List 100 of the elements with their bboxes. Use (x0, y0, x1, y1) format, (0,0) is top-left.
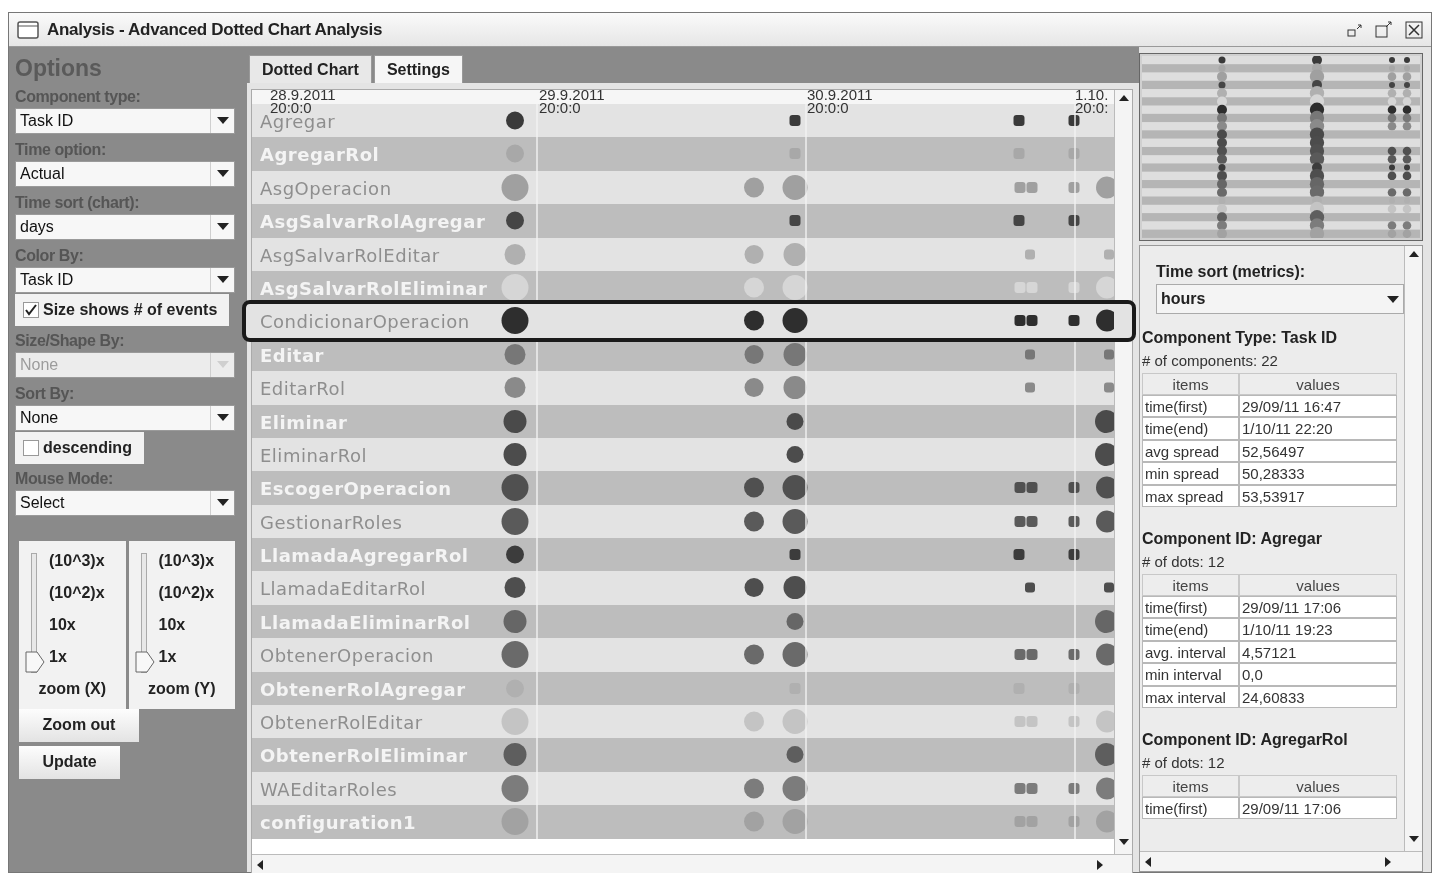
chart-row[interactable]: LlamadaEditarRol (252, 571, 1114, 605)
table-cell: 1/10/11 19:23 (1239, 618, 1397, 641)
dropdown-value: None (19, 407, 60, 428)
section-count: # of dots: 12 (1142, 552, 1226, 572)
slider-track[interactable] (25, 552, 45, 673)
minimize-icon[interactable] (1347, 21, 1363, 38)
chart-row[interactable]: GestionarRoles (252, 504, 1114, 539)
chart-row[interactable]: WAEditarRoles (252, 771, 1114, 806)
slider-track[interactable] (134, 552, 155, 673)
action-button[interactable]: Zoom out (19, 708, 139, 742)
tick-label: 10x (158, 614, 187, 635)
checkbox-label: Size shows # of events (43, 299, 218, 320)
tick-label: 1x (49, 646, 68, 667)
tick-label: (10^2)x (158, 582, 215, 603)
chart-row[interactable]: EditarRol (252, 371, 1114, 405)
tick-label: 10x (49, 614, 77, 635)
column-header[interactable]: items (1142, 774, 1239, 797)
table-cell: 52,56497 (1239, 439, 1397, 462)
chart-row[interactable]: ObtenerOperacion (252, 638, 1114, 672)
row-label: AsgSalvarRolEditar (260, 243, 440, 268)
axis-time-label: 20:0:0 (270, 101, 312, 114)
row-label: LlamadaEditarRol (260, 577, 427, 602)
field-label: Time sort (metrics): (1156, 262, 1307, 282)
axis-date-label: 28.9.2011 (270, 88, 336, 101)
axis-date-label: 29.9.2011 (539, 88, 605, 101)
slider-label: zoom (Y) (146, 678, 217, 699)
checkbox-row[interactable]: Size shows # of events (15, 293, 230, 326)
table-cell: time(end) (1142, 618, 1239, 641)
table-cell: min spread (1142, 462, 1239, 485)
tab[interactable]: Settings (373, 55, 463, 83)
dropdown[interactable]: days (15, 213, 235, 240)
table-cell: time(end) (1142, 417, 1239, 440)
dropdown-value: Task ID (19, 269, 75, 290)
close-icon[interactable] (1405, 20, 1423, 39)
dropdown-value: days (19, 216, 55, 237)
axis-time-label: 20:0:0 (807, 101, 849, 114)
row-label: EliminarRol (260, 443, 367, 468)
dropdown[interactable]: Select (15, 489, 235, 516)
dropdown[interactable]: Actual (15, 160, 235, 187)
minimap-drawing[interactable] (1142, 56, 1420, 238)
chart-row[interactable]: ObtenerRolEditar (252, 705, 1114, 739)
dropdown-value: Task ID (19, 110, 75, 131)
column-header[interactable]: values (1239, 573, 1397, 596)
maximize-icon[interactable] (1375, 20, 1393, 39)
row-label: ObtenerRolEditar (260, 711, 423, 736)
caret-icon (216, 223, 229, 230)
table-cell: avg. interval (1142, 640, 1239, 663)
column-header[interactable]: items (1142, 372, 1239, 395)
dropdown[interactable]: Task ID (15, 107, 235, 134)
vertical-scrollbar[interactable] (1114, 90, 1132, 854)
dropdown-value: Actual (19, 163, 66, 184)
row-label: ObtenerOperacion (260, 644, 435, 669)
tab[interactable]: Dotted Chart (249, 55, 372, 83)
axis-time-label: 20:0: (1075, 101, 1109, 114)
table-cell: max interval (1142, 685, 1239, 708)
axis-time-label: 20:0:0 (539, 101, 581, 114)
dropdown-value: None (19, 354, 60, 375)
chart-row[interactable]: AsgOperacion (252, 170, 1114, 205)
table-cell: avg spread (1142, 439, 1239, 462)
row-label: AsgOperacion (260, 176, 392, 201)
horizontal-scrollbar[interactable] (252, 854, 1132, 873)
table-cell: max spread (1142, 484, 1239, 507)
dropdown[interactable]: Task ID (15, 266, 235, 293)
table-cell: 29/09/11 17:06 (1239, 595, 1397, 618)
table-cell: 53,53917 (1239, 484, 1397, 507)
table-cell: min interval (1142, 663, 1239, 686)
table-cell: 29/09/11 17:06 (1239, 796, 1397, 819)
caret-icon (216, 170, 229, 177)
section-count: # of components: 22 (1142, 351, 1279, 371)
caret-icon (216, 276, 229, 283)
chart-row[interactable]: AsgSalvarRolEditar (252, 237, 1114, 271)
dropdown[interactable]: hours (1156, 284, 1404, 314)
tick-label: (10^2)x (49, 582, 105, 603)
caret-icon (216, 361, 229, 368)
vertical-scrollbar[interactable] (1404, 246, 1422, 851)
table-cell: time(first) (1142, 796, 1239, 819)
checkbox[interactable] (23, 439, 39, 456)
column-header[interactable]: items (1142, 573, 1239, 596)
table-cell: 29/09/11 16:47 (1239, 394, 1397, 417)
slider-thumb[interactable] (25, 650, 45, 673)
chart-row[interactable]: EliminarRol (252, 437, 1114, 472)
horizontal-scrollbar[interactable] (1140, 851, 1422, 871)
window-title: Analysis - Advanced Dotted Chart Analysis (47, 18, 383, 41)
dropdown-value: hours (1160, 289, 1207, 309)
checkbox-row[interactable]: descending (15, 431, 144, 464)
row-label: WAEditarRoles (260, 777, 398, 802)
check-icon (25, 303, 37, 316)
column-header[interactable]: values (1239, 372, 1397, 395)
dropdown[interactable]: None (15, 404, 235, 431)
slider-thumb[interactable] (134, 650, 155, 673)
tick-label: (10^3)x (49, 550, 105, 571)
table-cell: 1/10/11 22:20 (1239, 417, 1397, 440)
row-label: GestionarRoles (260, 510, 403, 535)
row-label: CondicionarOperacion (260, 310, 470, 335)
section-title: Component ID: AgregarRol (1142, 730, 1349, 750)
table-cell: 50,28333 (1239, 462, 1397, 485)
axis-date-label: 30.9.2011 (807, 88, 873, 101)
column-header[interactable]: values (1239, 774, 1397, 797)
action-button[interactable]: Update (19, 745, 120, 779)
checkbox[interactable] (23, 301, 39, 318)
